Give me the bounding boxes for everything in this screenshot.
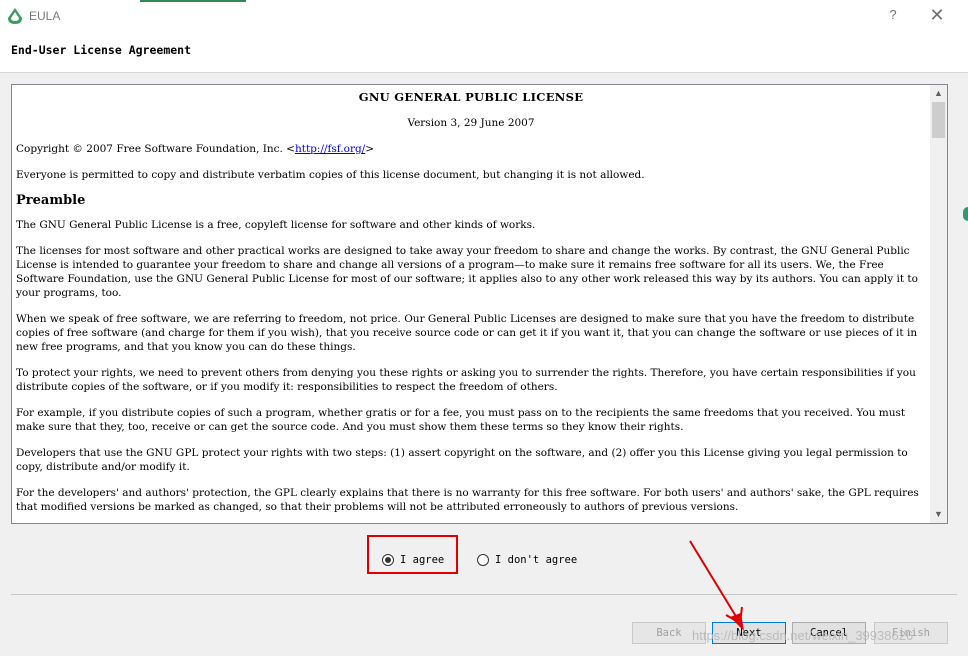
- fsf-link[interactable]: http://fsf.org/: [295, 143, 365, 155]
- disagree-label: I don't agree: [495, 554, 578, 566]
- disagree-radio[interactable]: [477, 554, 489, 566]
- title-accent-line: [140, 0, 246, 2]
- preamble-heading: Preamble: [16, 193, 86, 208]
- license-version: Version 3, 29 June 2007: [407, 117, 535, 129]
- scroll-up-arrow-icon[interactable]: ▲: [930, 85, 947, 102]
- side-widget-icon: [963, 207, 968, 221]
- license-text-box[interactable]: GNU GENERAL PUBLIC LICENSE Version 3, 29…: [11, 84, 948, 524]
- close-button[interactable]: ✕: [926, 5, 948, 25]
- app-logo-icon: [8, 8, 22, 24]
- verbatim-notice: Everyone is permitted to copy and distri…: [16, 169, 645, 181]
- copyright-line: Copyright © 2007 Free Software Foundatio…: [16, 142, 926, 156]
- scroll-thumb[interactable]: [932, 102, 945, 138]
- license-paragraph: For example, if you distribute copies of…: [16, 407, 906, 433]
- title-bar: EULA ? ✕: [0, 0, 968, 32]
- header-divider: [0, 72, 968, 73]
- annotation-arrow-icon: [689, 540, 744, 631]
- license-paragraph: To protect your rights, we need to preve…: [16, 367, 916, 393]
- license-title: GNU GENERAL PUBLIC LICENSE: [358, 90, 584, 104]
- license-paragraph: The GNU General Public License is a free…: [16, 219, 536, 231]
- window-title: EULA: [29, 9, 61, 23]
- license-paragraph: For the developers' and authors' protect…: [16, 487, 919, 513]
- license-paragraph: The licenses for most software and other…: [16, 245, 918, 299]
- footer-divider: [11, 594, 957, 595]
- agree-highlight-annotation: [367, 535, 458, 574]
- copyright-text: Copyright © 2007 Free Software Foundatio…: [16, 143, 295, 155]
- scroll-down-arrow-icon[interactable]: ▼: [930, 506, 947, 523]
- disagree-option[interactable]: I don't agree: [477, 548, 577, 572]
- copyright-suffix: >: [365, 143, 375, 155]
- page-title: End-User License Agreement: [11, 43, 192, 57]
- license-paragraph: When we speak of free software, we are r…: [16, 313, 918, 353]
- vertical-scrollbar[interactable]: ▲ ▼: [930, 85, 947, 523]
- license-content: GNU GENERAL PUBLIC LICENSE Version 3, 29…: [16, 85, 926, 523]
- license-paragraph: Developers that use the GNU GPL protect …: [16, 447, 908, 473]
- help-button[interactable]: ?: [884, 6, 902, 24]
